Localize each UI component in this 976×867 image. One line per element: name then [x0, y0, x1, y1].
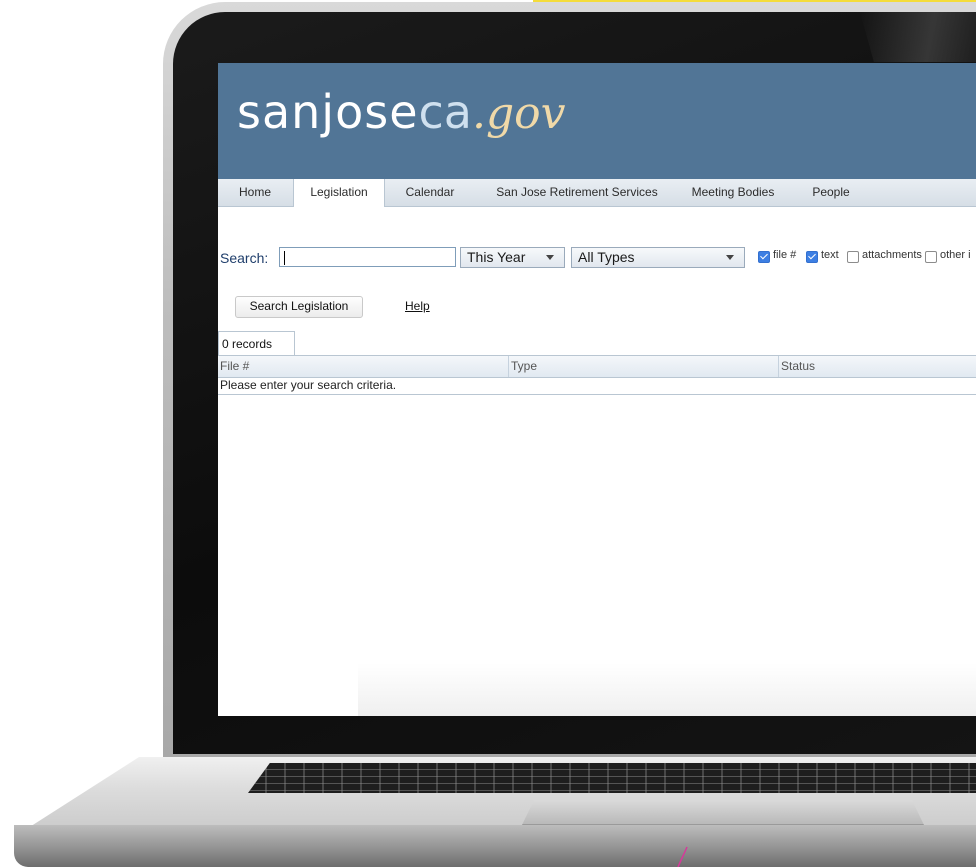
- file-number-checkbox[interactable]: [758, 251, 770, 263]
- help-link[interactable]: Help: [405, 299, 430, 313]
- logo-sanjose: sanjose: [237, 85, 419, 139]
- trackpad: [522, 800, 924, 825]
- search-label: Search:: [220, 250, 269, 266]
- screen-glare: [358, 663, 976, 716]
- laptop-screen: sanjoseca.gov Home Legislation Calendar …: [218, 63, 976, 716]
- site-banner: sanjoseca.gov: [218, 63, 976, 179]
- column-file-number[interactable]: File #: [218, 356, 508, 377]
- type-select-value: All Types: [578, 249, 635, 265]
- column-type[interactable]: Type: [508, 356, 778, 377]
- attachments-checkbox[interactable]: [847, 251, 859, 263]
- text-checkbox[interactable]: [806, 251, 818, 263]
- main-nav-tabs: Home Legislation Calendar San Jose Retir…: [218, 179, 976, 207]
- tab-legislation[interactable]: Legislation: [293, 179, 385, 207]
- bezel-reflection: [860, 12, 976, 62]
- tab-meeting-bodies[interactable]: Meeting Bodies: [685, 179, 781, 206]
- search-input[interactable]: [279, 247, 456, 267]
- type-select[interactable]: All Types: [571, 247, 745, 268]
- tab-people[interactable]: People: [797, 179, 865, 206]
- year-select[interactable]: This Year: [460, 247, 565, 268]
- chevron-down-icon: [726, 255, 734, 260]
- logo-gov: .gov: [471, 88, 566, 139]
- other-label: other i: [940, 249, 971, 261]
- results-table-header: File # Type Status: [218, 355, 976, 378]
- text-cursor: [284, 251, 285, 265]
- tab-retirement-services[interactable]: San Jose Retirement Services: [484, 179, 670, 206]
- chevron-down-icon: [546, 255, 554, 260]
- year-select-value: This Year: [467, 249, 526, 265]
- keyboard-rows: [248, 763, 976, 793]
- other-checkbox[interactable]: [925, 251, 937, 263]
- text-label: text: [821, 249, 839, 261]
- pink-stroke-mark: [677, 846, 688, 867]
- tab-calendar[interactable]: Calendar: [392, 179, 468, 206]
- tab-home[interactable]: Home: [224, 179, 286, 206]
- search-legislation-button[interactable]: Search Legislation: [235, 296, 363, 318]
- column-status[interactable]: Status: [778, 356, 976, 377]
- site-logo[interactable]: sanjoseca.gov: [237, 85, 565, 139]
- file-number-label: file #: [773, 249, 797, 261]
- logo-ca: ca: [418, 85, 472, 139]
- empty-results-message: Please enter your search criteria.: [218, 377, 976, 395]
- attachments-label: attachments: [862, 249, 922, 261]
- base-front-edge: [14, 825, 976, 867]
- records-count-tab[interactable]: 0 records: [218, 331, 295, 355]
